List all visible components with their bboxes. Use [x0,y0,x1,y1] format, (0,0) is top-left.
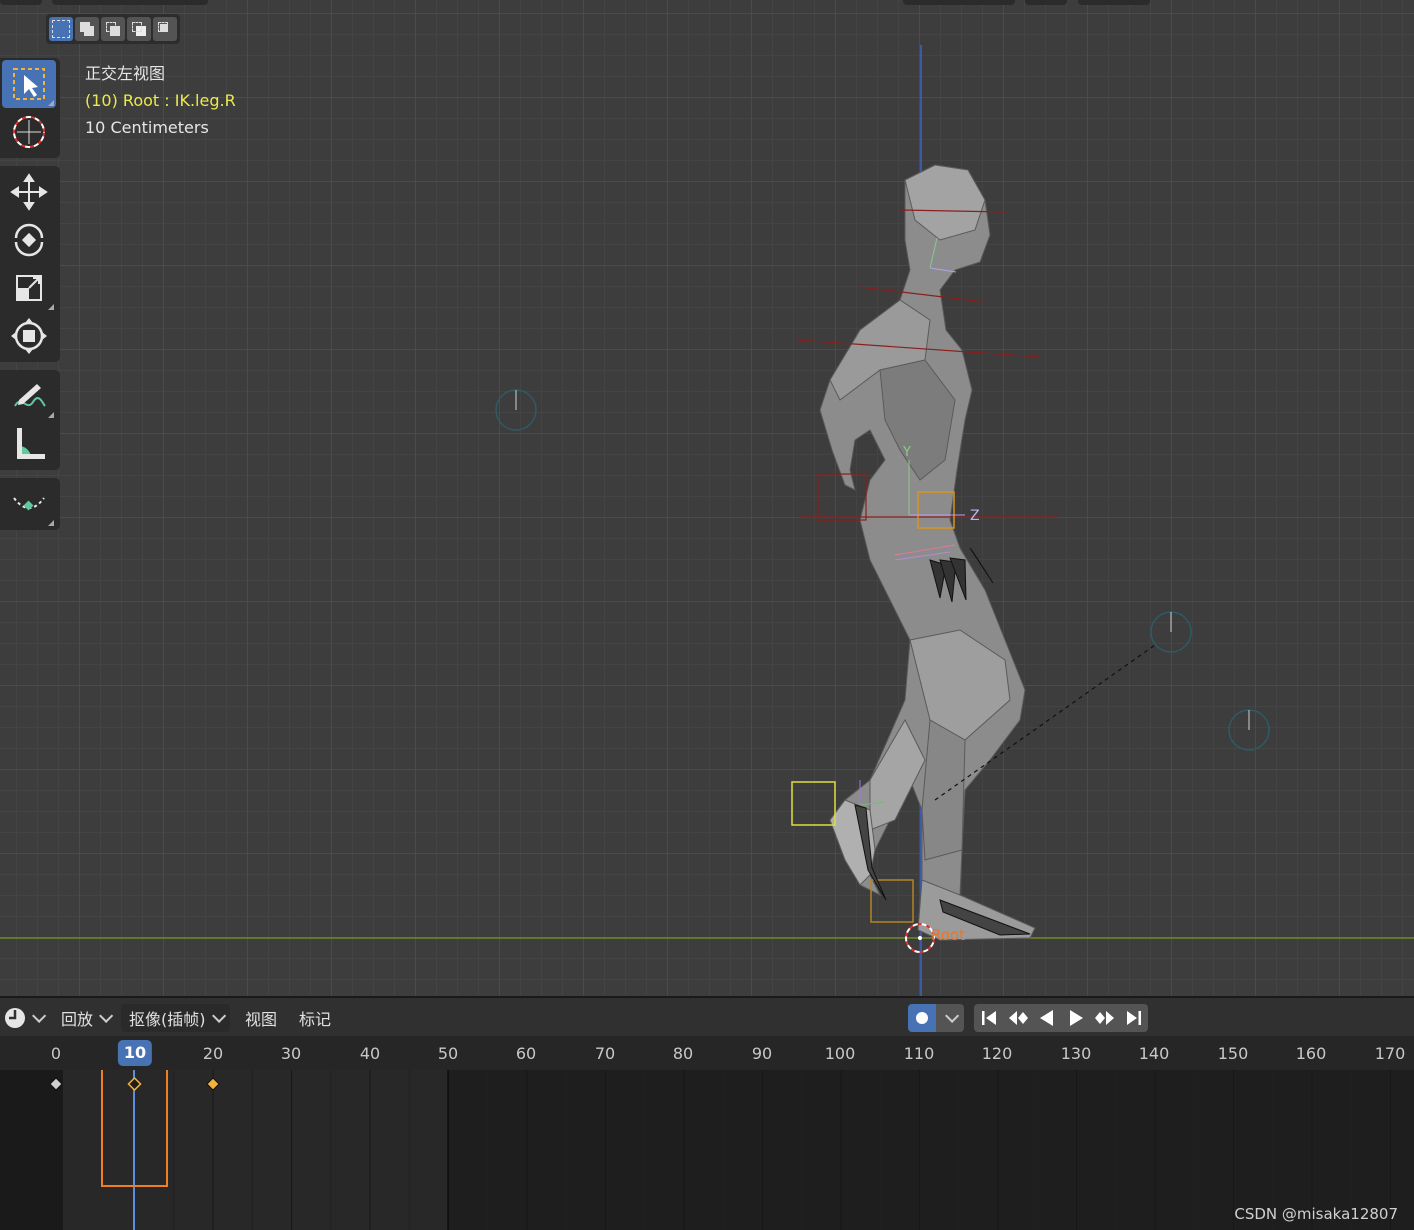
cursor-icon[interactable] [2,108,56,156]
frame-tick-label: 0 [50,1044,62,1063]
select-invert-icon[interactable] [127,17,151,41]
character-mesh [819,164,1036,941]
timeline-editor[interactable]: 回放 抠像(插帧) 视图 标记 0 20 30 40 50 60 70 80 9… [0,967,1414,1230]
select-box-icon[interactable] [2,60,56,108]
ik-foot-control-selected [791,781,836,826]
frame-tick-label: 100 [824,1044,856,1063]
y-axis-label: Y [902,445,911,460]
jump-start-icon[interactable] [974,1004,1003,1032]
frame-tick-label: 130 [1060,1044,1092,1063]
auto-keying-button[interactable] [908,1004,936,1032]
before-range-shade [0,1070,63,1230]
keyframe-canvas [0,967,1414,1230]
next-keyframe-icon[interactable] [1090,1004,1119,1032]
z-axis-label: Z [970,508,980,524]
scale-icon[interactable] [2,264,56,312]
pose-tool-group [0,478,60,530]
timeline-header: 回放 抠像(插帧) 视图 标记 [0,996,1414,1036]
watermark: CSDN @misaka12807 [1234,1205,1398,1223]
record-icon [916,1012,928,1024]
frame-tick-label: 40 [359,1044,381,1063]
3d-viewport[interactable]: Y Z Root 正交左视图 (10) Root: IK.leg.R 10 C… [0,0,1414,996]
select-intersect-icon[interactable] [153,17,177,41]
play-reverse-icon[interactable] [1032,1004,1061,1032]
clock-icon [5,1008,25,1028]
annotate-tool-group [0,370,60,470]
auto-keying-options[interactable] [936,1004,964,1032]
frame-tick-label: 160 [1295,1044,1327,1063]
transform-icon[interactable] [2,312,56,360]
frame-tick-label: 90 [751,1044,773,1063]
keying-menu-label: 抠像(插帧) [129,1010,206,1029]
frame-tick-label: 140 [1138,1044,1170,1063]
select-subtract-icon[interactable] [101,17,125,41]
chevron-down-icon [99,1008,114,1023]
editor-type-selector[interactable] [4,1004,47,1032]
tool-shelf [0,58,60,538]
root-bone-label: Root [931,926,965,944]
frame-tick-label: 80 [672,1044,694,1063]
blender-window: Y Z Root 正交左视图 (10) Root: IK.leg.R 10 C… [0,0,1414,1230]
frame-tick-label: 150 [1217,1044,1249,1063]
frame-range-highlight [63,1070,448,1230]
view-menu[interactable]: 视图 [245,1004,277,1032]
frame-tick-label: 60 [515,1044,537,1063]
frame-ruler[interactable]: 0 20 30 40 50 60 70 80 90 100 110 120 13… [0,1036,1414,1070]
transform-tool-group [0,166,60,362]
keyframe-area[interactable]: CSDN @misaka12807 [0,967,1414,1230]
prev-keyframe-icon[interactable] [1003,1004,1032,1032]
chevron-down-icon [211,1008,226,1023]
select-tool-group [0,58,60,158]
current-frame-indicator[interactable]: 10 [117,1040,153,1066]
active-object-label: (10) Root : IK.leg.R [85,91,236,110]
viewport-scene[interactable]: Y Z Root [0,0,1414,996]
frame-tick-label: 20 [202,1044,224,1063]
selection-mode-buttons[interactable] [46,14,180,44]
measure-icon[interactable] [2,420,56,468]
playback-menu-label: 回放 [61,1010,94,1029]
chevron-down-icon [945,1008,960,1023]
select-set-icon[interactable] [49,17,73,41]
pose-relax-icon[interactable] [2,480,56,528]
marker-menu[interactable]: 标记 [299,1004,331,1032]
frame-tick-label: 50 [437,1044,459,1063]
annotate-icon[interactable] [2,372,56,420]
move-icon[interactable] [2,168,56,216]
playback-menu[interactable]: 回放 [61,1004,114,1032]
viewport-info: 正交左视图 (10) Root : IK.leg.R 10 Centimeter… [85,60,236,141]
frame-tick-label: 110 [903,1044,935,1063]
frame-tick-label: 170 [1374,1044,1406,1063]
play-icon[interactable] [1061,1004,1090,1032]
chevron-down-icon [32,1008,47,1023]
view-name-label: 正交左视图 [85,64,166,83]
select-extend-icon[interactable] [75,17,99,41]
frame-tick-label: 120 [981,1044,1013,1063]
frame-tick-label: 30 [280,1044,302,1063]
frame-tick-label: 70 [594,1044,616,1063]
rotate-icon[interactable] [2,216,56,264]
playback-controls [974,1004,1148,1032]
keying-menu[interactable]: 抠像(插帧) [121,1004,230,1032]
jump-end-icon[interactable] [1119,1004,1148,1032]
grid-scale-label: 10 Centimeters [85,118,209,137]
